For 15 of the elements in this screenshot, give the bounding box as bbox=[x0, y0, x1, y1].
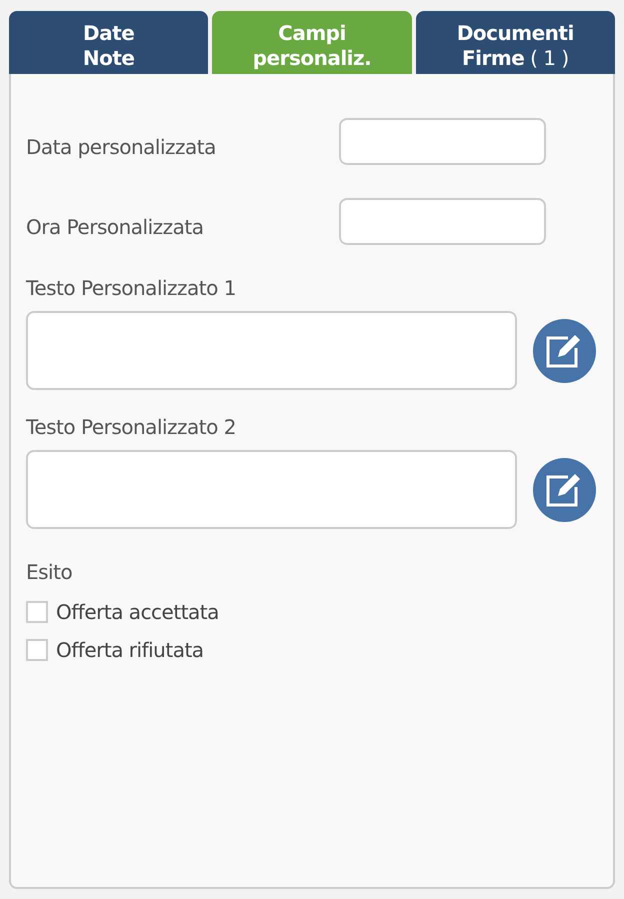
field-label: Ora Personalizzata bbox=[26, 214, 204, 240]
text-area[interactable] bbox=[26, 450, 517, 529]
checkbox-label: Offerta accettata bbox=[56, 599, 219, 626]
checkbox[interactable] bbox=[26, 639, 48, 661]
checkbox[interactable] bbox=[26, 601, 48, 623]
field-label: Testo Personalizzato 1 bbox=[26, 275, 236, 302]
field-label: Testo Personalizzato 2 bbox=[26, 414, 236, 441]
input-field[interactable] bbox=[339, 198, 546, 245]
field-label: Data personalizzata bbox=[26, 134, 216, 160]
text-area[interactable] bbox=[26, 311, 517, 390]
input-field[interactable] bbox=[339, 118, 546, 165]
tab[interactable]: Date Note bbox=[9, 11, 208, 74]
tab[interactable]: Documenti Firme ( 1 ) bbox=[416, 11, 615, 74]
checkbox-label: Offerta rifiutata bbox=[56, 637, 204, 664]
section-label: Esito bbox=[26, 559, 72, 586]
